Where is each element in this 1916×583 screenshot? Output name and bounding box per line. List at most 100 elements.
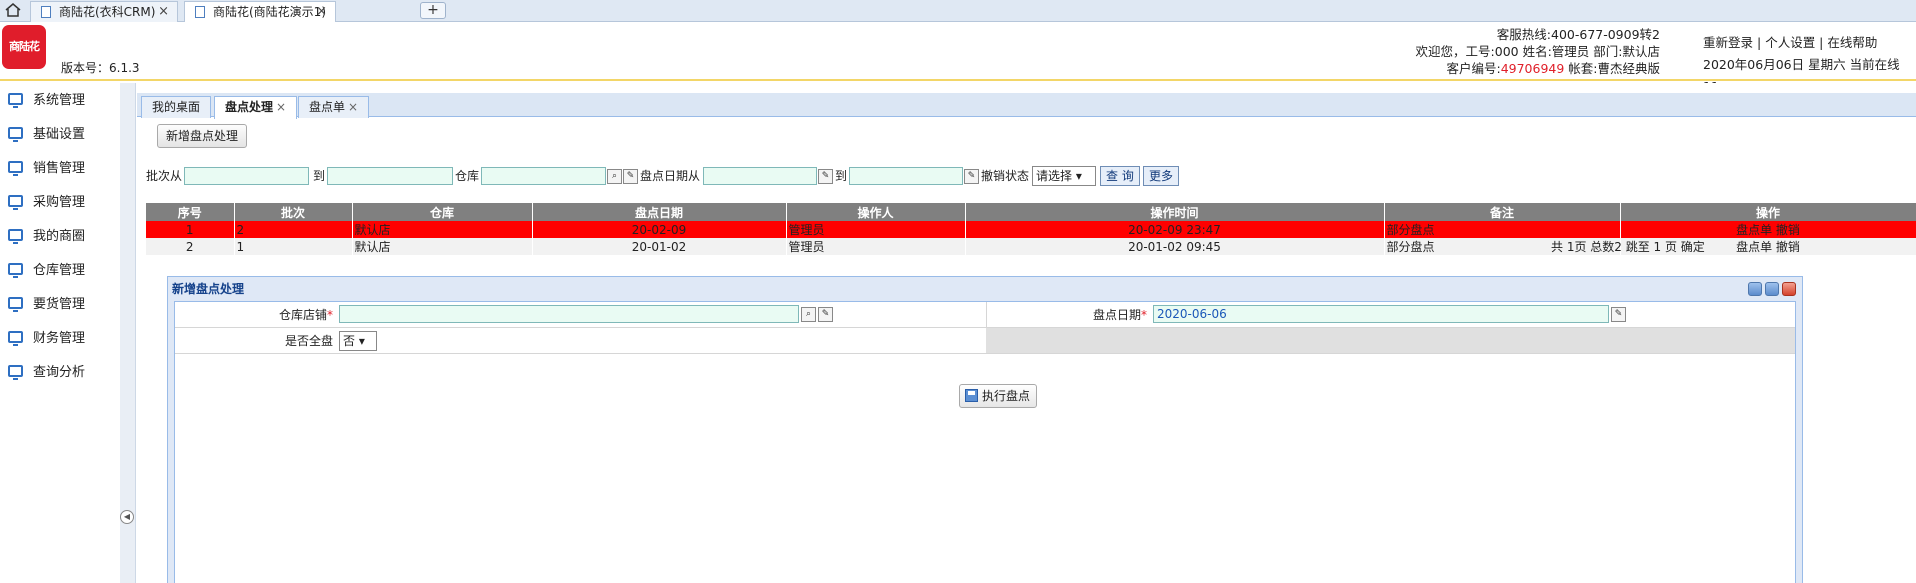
app-root: 商陆花(衣科CRM) × 商陆花(商陆花演示1) × + 商陆花 版本号：6.1… bbox=[0, 0, 1916, 583]
monitor-icon bbox=[8, 331, 23, 346]
inventory-date-input[interactable]: 2020-06-06 bbox=[1153, 305, 1609, 323]
sidebar-item-label: 系统管理 bbox=[33, 93, 86, 108]
new-tab-button[interactable]: + bbox=[420, 2, 446, 19]
edit-icon[interactable]: ✎ bbox=[623, 169, 638, 184]
search-icon[interactable]: ⌕ bbox=[801, 307, 816, 322]
date-from-label: 盘点日期从 bbox=[640, 169, 701, 183]
table-header: 序号 批次 仓库 盘点日期 操作人 操作时间 备注 操作 bbox=[146, 203, 1916, 221]
column-header[interactable]: 操作人 bbox=[786, 203, 966, 221]
tab-inventory-processing[interactable]: 盘点处理 × bbox=[214, 96, 298, 119]
tab-inventory-sheet[interactable]: 盘点单 × bbox=[298, 96, 370, 118]
sidebar-item-purchase[interactable]: 采购管理 bbox=[8, 191, 85, 215]
sidebar-splitter[interactable] bbox=[120, 83, 136, 583]
execute-inventory-label: 执行盘点 bbox=[982, 389, 1031, 403]
batch-from-input[interactable] bbox=[184, 167, 309, 185]
close-icon[interactable]: × bbox=[276, 100, 286, 114]
edit-icon[interactable]: ✎ bbox=[964, 169, 979, 184]
collapse-left-icon[interactable]: ◀ bbox=[120, 510, 134, 524]
sidebar-item-basic[interactable]: 基础设置 bbox=[8, 123, 85, 147]
cancel-status-label: 撤销状态 bbox=[981, 169, 1030, 183]
edit-icon[interactable]: ✎ bbox=[1611, 307, 1626, 322]
batch-to-input[interactable] bbox=[327, 167, 453, 185]
edit-icon[interactable]: ✎ bbox=[818, 169, 833, 184]
sidebar-item-label: 财务管理 bbox=[33, 331, 86, 346]
cancel-status-select[interactable]: 请选择 ▾ bbox=[1032, 166, 1096, 186]
cancel-link[interactable]: 撤销 bbox=[1776, 240, 1800, 254]
sidebar-item-finance[interactable]: 财务管理 bbox=[8, 327, 85, 351]
sidebar-item-sales[interactable]: 销售管理 bbox=[8, 157, 85, 181]
dialog-title: 新增盘点处理 bbox=[172, 282, 245, 296]
browser-tab-demo[interactable]: 商陆花(商陆花演示1) × bbox=[184, 1, 336, 22]
cell-date: 20-02-09 bbox=[532, 221, 787, 238]
column-header[interactable]: 仓库 bbox=[352, 203, 533, 221]
minimize-icon[interactable] bbox=[1748, 282, 1762, 296]
close-icon[interactable]: × bbox=[158, 2, 169, 22]
sidebar-item-circle[interactable]: 我的商圈 bbox=[8, 225, 85, 249]
sidebar-item-warehouse[interactable]: 仓库管理 bbox=[8, 259, 85, 283]
cell-operator: 管理员 bbox=[786, 238, 966, 255]
warehouse-input[interactable] bbox=[481, 167, 606, 185]
batch-to-label: 到 bbox=[313, 169, 326, 183]
column-header[interactable]: 操作时间 bbox=[965, 203, 1385, 221]
warehouse-store-label: 仓库店铺* bbox=[278, 308, 333, 322]
date-from-input[interactable] bbox=[703, 167, 817, 185]
full-inventory-select[interactable]: 否 ▾ bbox=[339, 331, 377, 351]
more-button[interactable]: 更多 bbox=[1143, 166, 1180, 186]
sidebar-item-query[interactable]: 查询分析 bbox=[8, 361, 85, 385]
chevron-down-icon: ▾ bbox=[1075, 169, 1082, 183]
close-icon[interactable]: × bbox=[316, 2, 327, 22]
column-header[interactable]: 备注 bbox=[1384, 203, 1621, 221]
add-inventory-dialog: 新增盘点处理 仓库店铺* ⌕ ✎ 盘点日期* 2020-06-06 ✎ 是否全盘… bbox=[167, 276, 1803, 583]
sidebar-item-label: 查询分析 bbox=[33, 365, 86, 380]
cell-warehouse: 默认店 bbox=[352, 238, 533, 255]
monitor-icon bbox=[8, 263, 23, 278]
link-separator: | bbox=[1815, 35, 1828, 50]
sidebar-item-system[interactable]: 系统管理 bbox=[8, 89, 85, 113]
online-help-link[interactable]: 在线帮助 bbox=[1827, 35, 1877, 50]
content-tab-bar: 我的桌面 盘点处理 × 盘点单 × bbox=[137, 93, 1916, 119]
personal-settings-link[interactable]: 个人设置 bbox=[1765, 35, 1815, 50]
browser-tab-label: 商陆花(商陆花演示1) bbox=[213, 5, 326, 19]
search-icon[interactable]: ⌕ bbox=[607, 169, 622, 184]
tab-desktop[interactable]: 我的桌面 bbox=[141, 96, 212, 118]
monitor-icon bbox=[8, 93, 23, 108]
save-icon bbox=[965, 389, 978, 402]
column-header[interactable]: 盘点日期 bbox=[532, 203, 787, 221]
batch-from-label: 批次从 bbox=[146, 169, 183, 183]
close-icon[interactable] bbox=[1782, 282, 1796, 296]
column-header[interactable]: 批次 bbox=[234, 203, 353, 221]
edit-icon[interactable]: ✎ bbox=[818, 307, 833, 322]
logo: 商陆花 bbox=[2, 25, 46, 69]
warehouse-store-input[interactable] bbox=[339, 305, 799, 323]
user-info: 客服热线:400-677-0909转2 欢迎您，工号:000 姓名:管理员 部门… bbox=[1416, 26, 1660, 77]
cell-note: 部分盘点 bbox=[1384, 221, 1621, 238]
document-icon bbox=[41, 6, 51, 18]
sidebar-item-label: 仓库管理 bbox=[33, 263, 86, 278]
browser-tab-crm[interactable]: 商陆花(衣科CRM) × bbox=[30, 1, 178, 22]
welcome-text: 欢迎您，工号:000 姓名:管理员 部门:默认店 bbox=[1415, 44, 1660, 59]
tab-label: 盘点处理 bbox=[225, 100, 274, 114]
execute-inventory-button[interactable]: 执行盘点 bbox=[959, 384, 1038, 408]
relogin-link[interactable]: 重新登录 bbox=[1703, 35, 1753, 50]
browser-tab-label: 商陆花(衣科CRM) bbox=[59, 5, 156, 19]
sidebar-item-requisition[interactable]: 要货管理 bbox=[8, 293, 85, 317]
account-text: 帐套:曹杰经典版 bbox=[1564, 61, 1660, 76]
maximize-icon[interactable] bbox=[1765, 282, 1779, 296]
monitor-icon bbox=[8, 297, 23, 312]
table-row[interactable]: 1 2 默认店 20-02-09 管理员 20-02-09 23:47 部分盘点… bbox=[146, 221, 1916, 238]
date-to-input[interactable] bbox=[849, 167, 963, 185]
cell-actions: 盘点单 撤销 bbox=[1620, 221, 1916, 238]
cell-no: 1 bbox=[146, 221, 235, 238]
query-button[interactable]: 查 询 bbox=[1100, 166, 1140, 186]
monitor-icon bbox=[8, 127, 23, 142]
inventory-sheet-link[interactable]: 盘点单 bbox=[1736, 240, 1772, 254]
home-icon[interactable] bbox=[4, 2, 26, 20]
close-icon[interactable]: × bbox=[348, 100, 358, 114]
inventory-sheet-link[interactable]: 盘点单 bbox=[1736, 223, 1772, 237]
column-header[interactable]: 序号 bbox=[146, 203, 235, 221]
cancel-link[interactable]: 撤销 bbox=[1776, 223, 1800, 237]
sidebar-item-label: 销售管理 bbox=[33, 161, 86, 176]
add-inventory-button[interactable]: 新增盘点处理 bbox=[157, 124, 248, 148]
column-header[interactable]: 操作 bbox=[1620, 203, 1916, 221]
monitor-icon bbox=[8, 229, 23, 244]
